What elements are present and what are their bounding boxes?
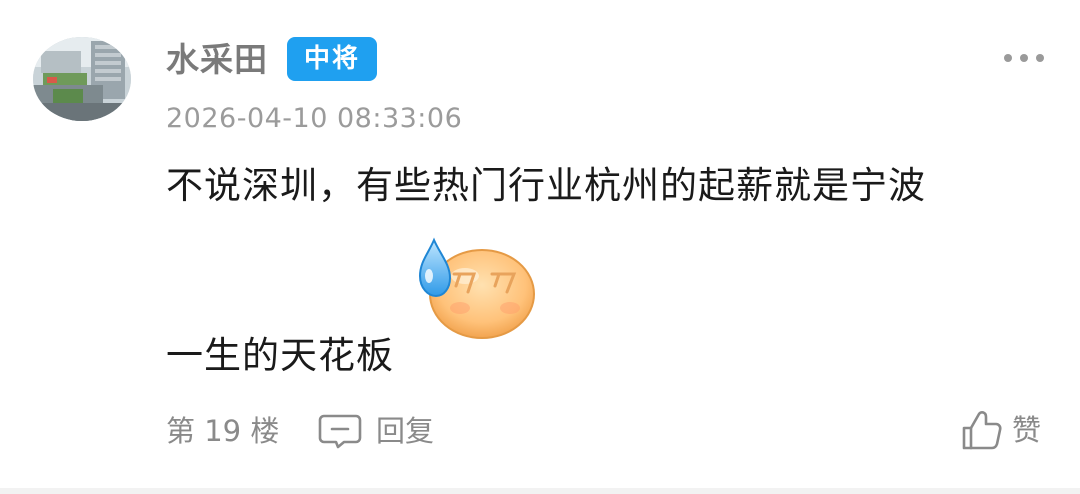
more-dots-icon — [1020, 54, 1028, 62]
like-button[interactable]: 赞 — [960, 406, 1041, 454]
reply-label: 回复 — [376, 414, 435, 448]
more-dots-icon — [1004, 54, 1012, 62]
comment-divider — [0, 488, 1080, 494]
like-label: 赞 — [1012, 413, 1042, 447]
floor-number: 第 19 楼 — [166, 414, 280, 448]
thumbs-up-icon — [962, 411, 1002, 450]
user-avatar[interactable] — [33, 37, 131, 121]
sweat-drop-face-emoji-icon — [410, 236, 535, 341]
comment-text-line: 一生的天花板 — [166, 334, 394, 377]
username[interactable]: 水采田 — [166, 38, 268, 82]
more-dots-icon — [1036, 54, 1044, 62]
avatar-photo-icon — [33, 37, 131, 121]
rank-badge: 中将 — [287, 37, 377, 81]
comment-text-line: 不说深圳，有些热门行业杭州的起薪就是宁波 — [166, 164, 926, 207]
more-options-button[interactable] — [1004, 48, 1044, 68]
comment-item: 水采田 中将 2026-04-10 08:33:06 不说深圳，有些热门行业杭州… — [0, 0, 1080, 494]
reply-button[interactable]: 回复 — [318, 409, 434, 453]
comment-timestamp: 2026-04-10 08:33:06 — [166, 103, 463, 134]
comment-bubble-icon — [318, 414, 362, 449]
